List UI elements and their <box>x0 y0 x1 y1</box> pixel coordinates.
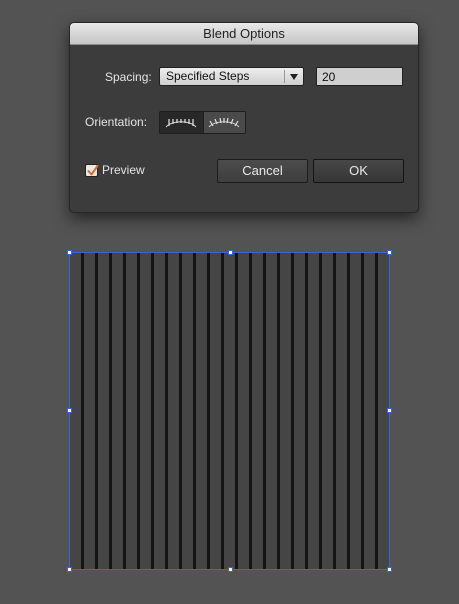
chevron-down-icon <box>290 74 298 80</box>
steps-input[interactable] <box>316 67 403 86</box>
handle-middle-left[interactable] <box>67 408 72 413</box>
handle-bottom-left[interactable] <box>67 567 72 572</box>
blend-options-dialog: Blend Options Spacing: Specified Steps O… <box>69 22 419 213</box>
dialog-title[interactable]: Blend Options <box>70 23 418 45</box>
checkmark-icon <box>87 165 99 176</box>
cancel-button[interactable]: Cancel <box>217 159 308 183</box>
handle-bottom-center[interactable] <box>228 567 233 572</box>
handle-top-center[interactable] <box>228 250 233 255</box>
spacing-label: Spacing: <box>105 70 152 84</box>
spacing-value: Specified Steps <box>166 69 250 83</box>
dropdown-separator <box>284 70 285 83</box>
selection-bounding-box[interactable] <box>67 250 392 572</box>
ok-button[interactable]: OK <box>313 159 404 183</box>
orientation-label: Orientation: <box>85 115 148 129</box>
align-to-path-icon <box>208 117 240 127</box>
preview-checkbox[interactable] <box>85 164 99 177</box>
handle-top-left[interactable] <box>67 250 72 255</box>
spacing-dropdown[interactable]: Specified Steps <box>159 67 304 86</box>
handle-middle-right[interactable] <box>387 408 392 413</box>
handle-top-right[interactable] <box>387 250 392 255</box>
handle-bottom-right[interactable] <box>387 567 392 572</box>
align-to-page-icon <box>165 118 197 127</box>
align-to-path-button[interactable] <box>202 112 245 133</box>
align-to-page-button[interactable] <box>160 112 203 133</box>
orientation-toggle-group <box>159 111 246 134</box>
preview-label[interactable]: Preview <box>102 163 145 177</box>
